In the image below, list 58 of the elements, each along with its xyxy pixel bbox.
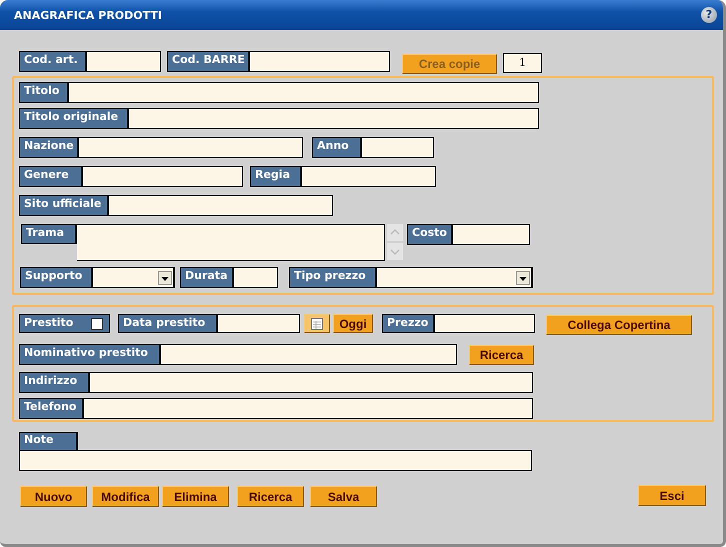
text-area[interactable] <box>77 224 385 261</box>
field-label: Trama <box>21 224 77 244</box>
input-field[interactable] <box>161 344 457 365</box>
input-field[interactable] <box>109 195 333 216</box>
action-button[interactable]: Oggi <box>333 314 373 333</box>
input-field[interactable] <box>435 314 535 333</box>
action-button[interactable]: Modifica <box>92 486 159 507</box>
input-field[interactable] <box>87 51 161 72</box>
input-field[interactable] <box>19 450 532 471</box>
input-field[interactable] <box>84 398 533 419</box>
exit-button[interactable]: Esci <box>638 485 706 506</box>
checkbox[interactable] <box>91 318 103 330</box>
action-button[interactable]: Ricerca <box>237 486 304 507</box>
field-label: Anno <box>312 137 362 158</box>
field-label: Prezzo <box>382 314 435 333</box>
field-label: Nominativo prestito <box>19 344 161 365</box>
field-label: Telefono <box>19 398 84 419</box>
field-label: Tipo prezzo <box>289 267 377 288</box>
field-label: Cod. BARRE <box>167 51 250 72</box>
action-button[interactable]: Ricerca <box>469 345 534 365</box>
field-label: Titolo originale <box>19 108 129 129</box>
field-label: Regia <box>250 166 302 187</box>
field-label: Note <box>19 432 78 450</box>
field-label: Sito ufficiale <box>19 195 109 216</box>
input-field[interactable] <box>218 314 300 333</box>
dropdown[interactable] <box>93 267 175 288</box>
field-label: Indirizzo <box>19 372 90 393</box>
input-field[interactable] <box>90 372 533 393</box>
dropdown[interactable] <box>377 267 533 288</box>
input-field[interactable] <box>69 82 539 103</box>
action-button[interactable]: Salva <box>310 486 377 507</box>
copies-field[interactable]: 1 <box>503 53 542 73</box>
caret-icon <box>158 271 172 285</box>
input-field[interactable] <box>362 137 434 158</box>
input-field[interactable] <box>302 166 436 187</box>
field-label: Titolo <box>19 82 69 103</box>
input-field[interactable] <box>250 51 390 72</box>
help-button[interactable]: ? <box>701 7 717 23</box>
input-field[interactable] <box>79 137 303 158</box>
caret-icon <box>516 271 530 285</box>
input-field[interactable] <box>453 224 530 245</box>
window-title: ANAGRAFICA PRODOTTI <box>14 8 162 22</box>
input-field[interactable] <box>129 108 539 129</box>
field-label: Durata <box>180 267 234 288</box>
action-button[interactable]: Nuovo <box>20 486 87 507</box>
field-label: Nazione <box>19 137 79 158</box>
field-label: Genere <box>19 166 83 187</box>
field-label: Supporto <box>20 267 93 288</box>
field-label: Prestito <box>24 316 74 329</box>
action-button[interactable]: Collega Copertina <box>546 315 692 335</box>
action-button[interactable]: Elimina <box>162 486 229 507</box>
field-label: Costo <box>407 224 453 245</box>
field-label: Cod. art. <box>19 51 87 72</box>
input-field[interactable] <box>234 267 278 288</box>
input-field[interactable] <box>83 166 243 187</box>
field-label: Data prestito <box>118 314 218 333</box>
calendar-button[interactable] <box>304 314 330 333</box>
calendar-icon <box>310 316 324 330</box>
